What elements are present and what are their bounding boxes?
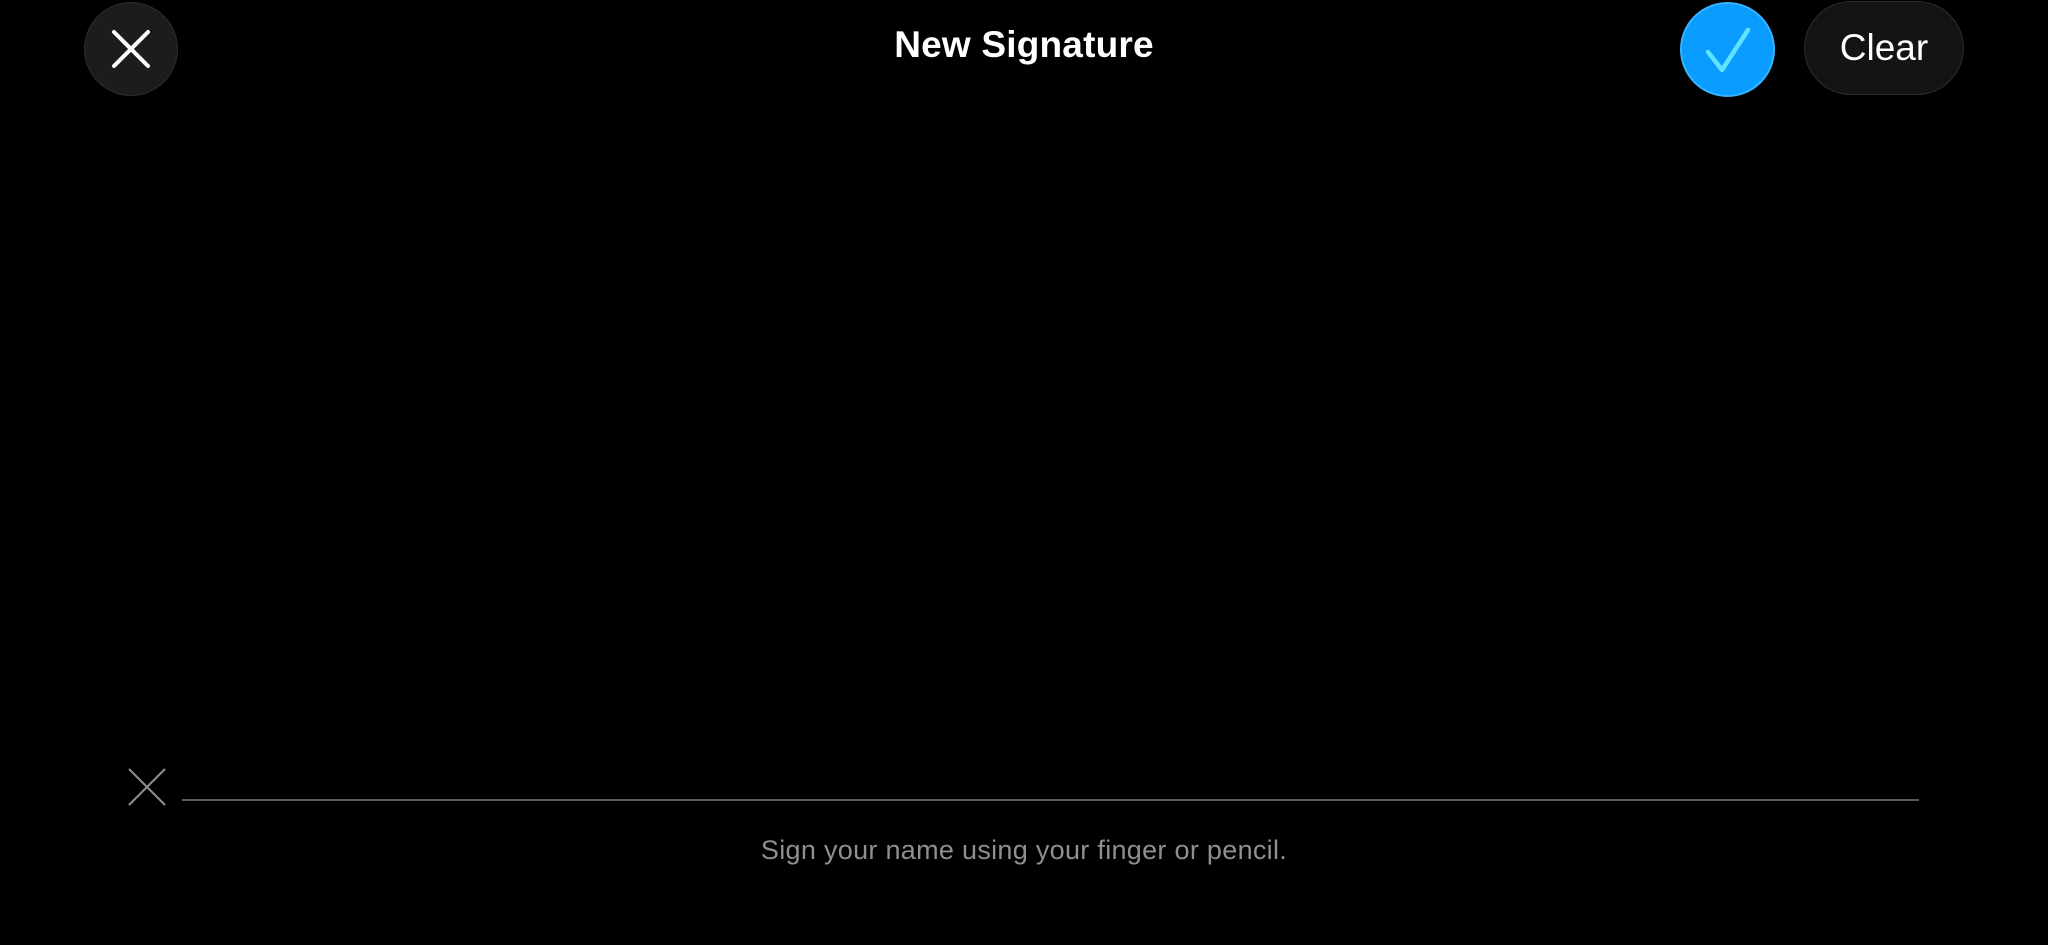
signature-screen: New Signature Clear Sign your name using…	[0, 0, 2048, 945]
clear-button[interactable]: Clear	[1804, 1, 1964, 95]
signature-canvas[interactable]	[0, 100, 2048, 820]
close-button[interactable]	[84, 2, 178, 96]
signature-baseline	[182, 799, 1919, 801]
x-mark-icon	[128, 768, 166, 806]
checkmark-icon	[1705, 27, 1750, 72]
confirm-button[interactable]	[1680, 2, 1775, 97]
close-icon	[112, 30, 150, 68]
signature-hint: Sign your name using your finger or penc…	[760, 835, 1288, 865]
